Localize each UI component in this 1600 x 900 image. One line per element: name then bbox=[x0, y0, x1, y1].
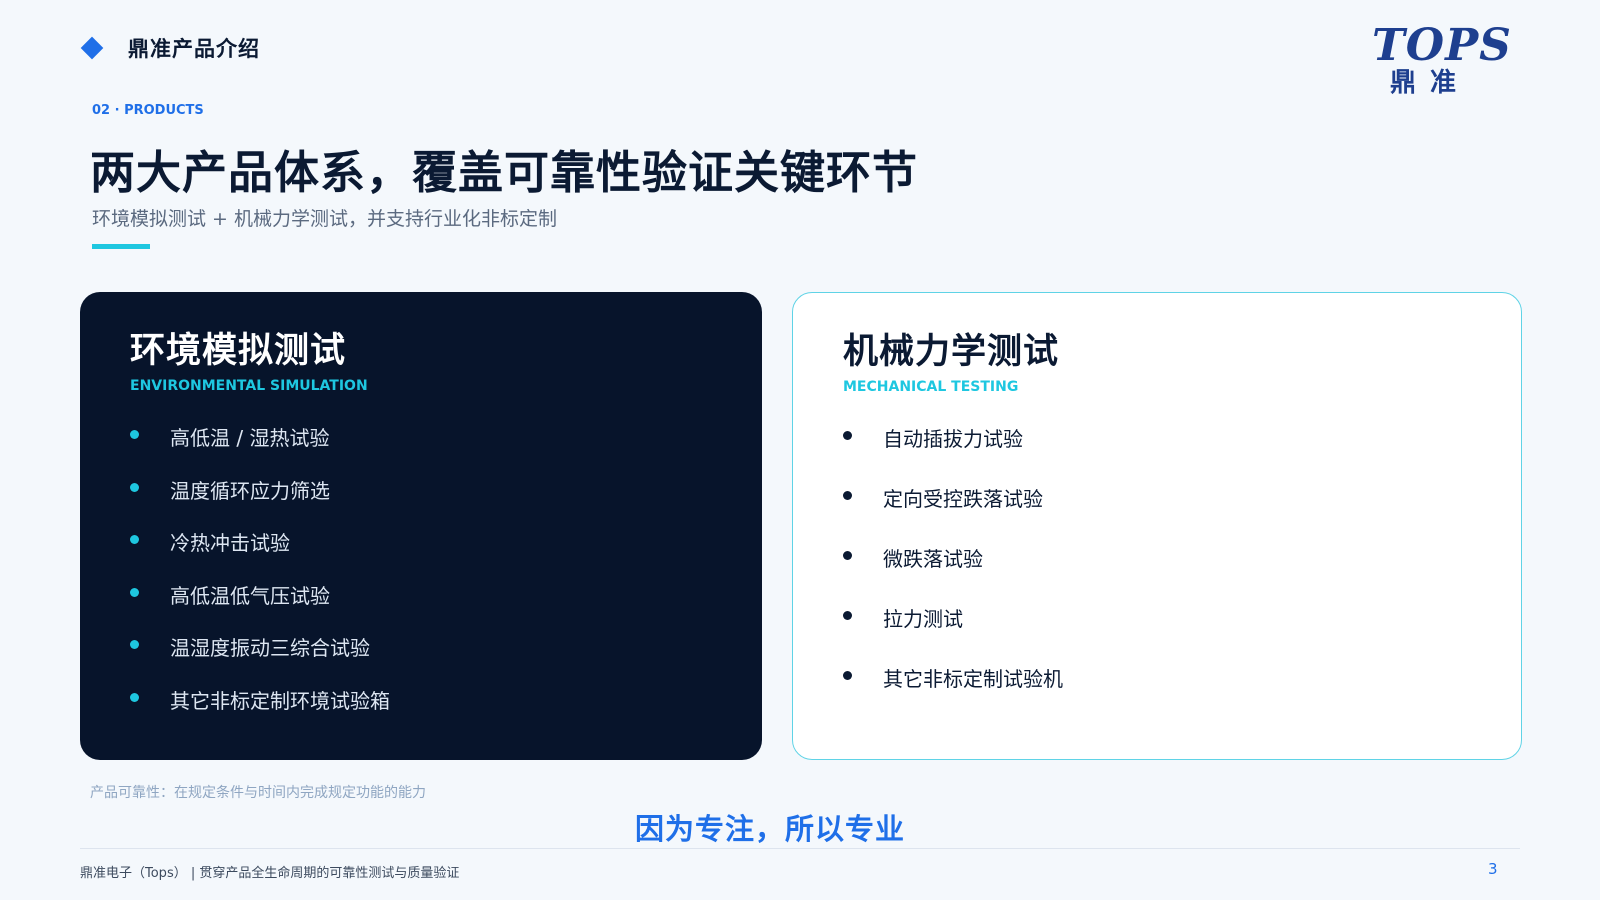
card-title: 机械力学测试 bbox=[843, 332, 1060, 372]
bullet-icon bbox=[843, 431, 852, 440]
bullet-icon bbox=[843, 611, 852, 620]
bullet-icon bbox=[843, 551, 852, 560]
list-item: 高低温 / 湿热试验 bbox=[130, 422, 390, 475]
section-title: 鼎准产品介绍 bbox=[128, 37, 260, 61]
reliability-note: 产品可靠性：在规定条件与时间内完成规定功能的能力 bbox=[90, 785, 426, 801]
footer-divider bbox=[80, 848, 1520, 849]
diamond-icon bbox=[80, 36, 104, 60]
card-subtitle: MECHANICAL TESTING bbox=[843, 379, 1019, 395]
list-item: 冷热冲击试验 bbox=[130, 527, 390, 580]
card-subtitle: ENVIRONMENTAL SIMULATION bbox=[130, 378, 368, 394]
list-item-label: 定向受控跌落试验 bbox=[883, 487, 1043, 511]
logo-chinese: 鼎准 bbox=[1390, 68, 1471, 98]
page-number: 3 bbox=[1488, 860, 1498, 878]
footer-text: 鼎准电子（Tops） | 贯穿产品全生命周期的可靠性测试与质量验证 bbox=[80, 866, 460, 881]
list-item: 定向受控跌落试验 bbox=[843, 483, 1063, 543]
tops-logo: TOPS 鼎准 bbox=[1372, 20, 1512, 104]
list-item-label: 温度循环应力筛选 bbox=[170, 478, 330, 503]
bullet-icon bbox=[130, 640, 139, 649]
list-item-label: 其它非标定制环境试验箱 bbox=[170, 688, 390, 713]
product-list: 自动插拔力试验 定向受控跌落试验 微跌落试验 拉力测试 其它非标定制试验机 bbox=[843, 423, 1063, 723]
page-subtitle: 环境模拟测试 + 机械力学测试，并支持行业化非标定制 bbox=[92, 208, 558, 230]
card-title: 环境模拟测试 bbox=[130, 331, 347, 371]
list-item-label: 高低温 / 湿热试验 bbox=[170, 426, 330, 450]
list-item: 温湿度振动三综合试验 bbox=[130, 632, 390, 685]
bullet-icon bbox=[130, 482, 139, 492]
list-item: 高低温低气压试验 bbox=[130, 580, 390, 633]
list-item: 温度循环应力筛选 bbox=[130, 475, 390, 528]
list-item: 微跌落试验 bbox=[843, 543, 1063, 603]
title-accent-bar bbox=[92, 244, 150, 249]
list-item: 拉力测试 bbox=[843, 603, 1063, 663]
product-list: 高低温 / 湿热试验 温度循环应力筛选 冷热冲击试验 高低温低气压试验 温湿度振… bbox=[130, 422, 390, 737]
bullet-icon bbox=[843, 671, 852, 680]
list-item-label: 拉力测试 bbox=[883, 607, 963, 631]
list-item: 其它非标定制试验机 bbox=[843, 663, 1063, 723]
list-item-label: 其它非标定制试验机 bbox=[883, 667, 1063, 691]
bullet-icon bbox=[130, 587, 139, 597]
section-kicker: 02 · PRODUCTS bbox=[92, 103, 204, 118]
environmental-card: 环境模拟测试 ENVIRONMENTAL SIMULATION 高低温 / 湿热… bbox=[80, 292, 762, 760]
slogan: 因为专注，所以专业 bbox=[634, 812, 905, 846]
list-item: 自动插拔力试验 bbox=[843, 423, 1063, 483]
bullet-icon bbox=[130, 430, 139, 439]
list-item-label: 微跌落试验 bbox=[883, 547, 983, 571]
mechanical-card: 机械力学测试 MECHANICAL TESTING 自动插拔力试验 定向受控跌落… bbox=[792, 292, 1522, 760]
list-item-label: 自动插拔力试验 bbox=[883, 427, 1023, 451]
list-item: 其它非标定制环境试验箱 bbox=[130, 685, 390, 738]
bullet-icon bbox=[130, 692, 139, 702]
list-item-label: 高低温低气压试验 bbox=[170, 583, 330, 608]
list-item-label: 冷热冲击试验 bbox=[170, 531, 290, 555]
bullet-icon bbox=[130, 535, 139, 544]
page-title: 两大产品体系，覆盖可靠性验证关键环节 bbox=[90, 146, 919, 199]
bullet-icon bbox=[843, 491, 852, 500]
logo-wordmark: TOPS bbox=[1372, 20, 1512, 71]
list-item-label: 温湿度振动三综合试验 bbox=[170, 636, 370, 660]
